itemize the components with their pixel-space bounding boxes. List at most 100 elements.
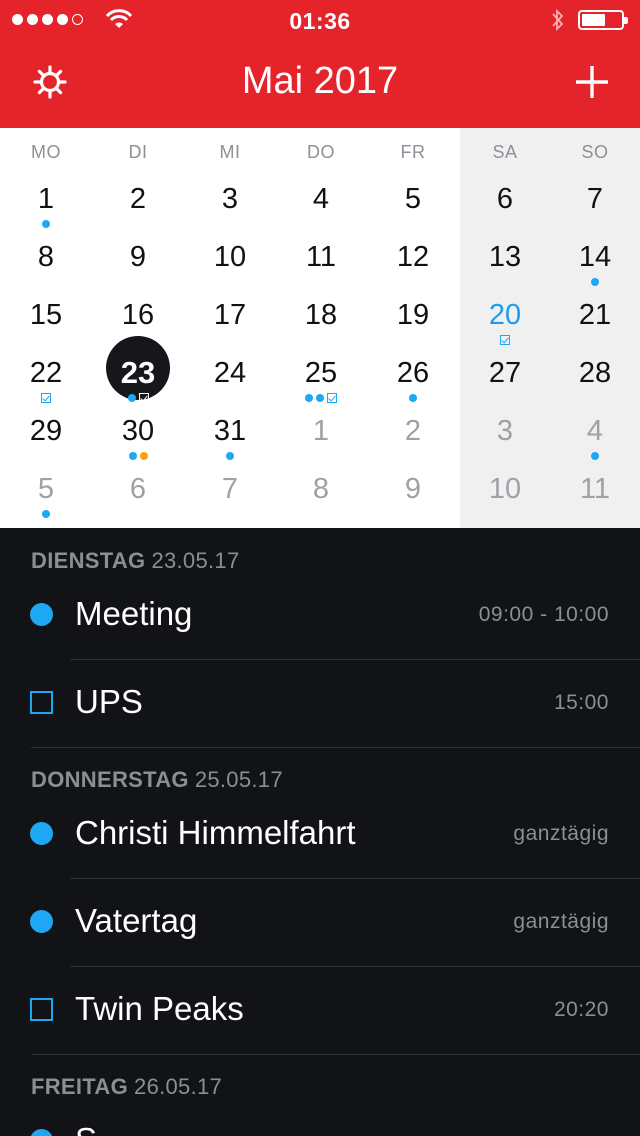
calendar-day[interactable]: 30 [103, 414, 173, 470]
plus-icon[interactable] [572, 62, 612, 102]
calendar-day[interactable]: 15 [11, 298, 81, 354]
task-check-icon [500, 335, 510, 345]
calendar-day[interactable]: 14 [560, 240, 630, 296]
task-checkbox-icon[interactable] [30, 998, 53, 1021]
calendar-day[interactable]: 2 [103, 182, 173, 238]
calendar-day-today[interactable]: 23 [103, 336, 173, 412]
calendar-day[interactable]: 1 [286, 414, 356, 470]
calendar-day[interactable]: 18 [286, 298, 356, 354]
event-time: 20:20 [553, 998, 609, 1021]
day-number: 25 [304, 357, 338, 389]
task-checkbox-icon[interactable] [30, 691, 53, 714]
status-time: 01:36 [289, 8, 351, 34]
calendar-day[interactable]: 22 [11, 356, 81, 412]
calendar-day[interactable]: 27 [470, 356, 540, 412]
task-check-icon [138, 393, 149, 403]
agenda-event-row[interactable]: Meeting 09:00 - 10:00 [0, 571, 640, 659]
day-number: 4 [586, 415, 604, 447]
calendar-day[interactable]: 8 [286, 472, 356, 528]
day-markers [286, 392, 356, 404]
month-title[interactable]: Mai 2017 [0, 60, 640, 103]
event-dot-icon [30, 603, 53, 626]
calendar-day[interactable]: 6 [103, 472, 173, 528]
calendar-day[interactable]: 24 [195, 356, 265, 412]
bluetooth-icon [552, 8, 564, 32]
calendar-day[interactable]: 4 [286, 182, 356, 238]
day-number: 26 [396, 357, 430, 389]
day-markers [286, 450, 356, 462]
calendar-day[interactable]: 12 [378, 240, 448, 296]
month-header: Mai 2017 [0, 40, 640, 128]
day-markers [470, 450, 540, 462]
day-markers [560, 276, 630, 288]
day-markers [560, 450, 630, 462]
section-day-name: DONNERSTAG [31, 767, 189, 792]
day-number: 11 [579, 473, 611, 505]
day-markers [286, 334, 356, 346]
day-number: 3 [221, 183, 239, 215]
section-date: 26.05.17 [134, 1074, 223, 1099]
event-title: Meeting [75, 595, 193, 632]
section-day-name: DIENSTAG [31, 548, 146, 573]
day-markers [195, 392, 265, 404]
day-number: 4 [312, 183, 330, 215]
calendar-day[interactable]: 13 [470, 240, 540, 296]
day-markers [470, 508, 540, 520]
calendar-day[interactable]: 26 [378, 356, 448, 412]
battery-level [582, 14, 605, 26]
day-number: 8 [37, 241, 55, 273]
day-markers [11, 392, 81, 404]
calendar-day[interactable]: 21 [560, 298, 630, 354]
calendar-day[interactable]: 29 [11, 414, 81, 470]
calendar-day[interactable]: 7 [560, 182, 630, 238]
calendar-day[interactable]: 3 [470, 414, 540, 470]
calendar-day[interactable]: 9 [378, 472, 448, 528]
month-calendar: MO DI MI DO FR SA SO 1 2 3 4 5 6 7 8 9 10 11 12 13 14 15 16 17… [0, 128, 640, 528]
calendar-day[interactable]: 25 [286, 356, 356, 412]
day-number: 10 [213, 241, 247, 273]
calendar-day[interactable]: 20 [470, 298, 540, 354]
day-markers [103, 508, 173, 520]
day-number: 24 [213, 357, 247, 389]
calendar-day[interactable]: 10 [195, 240, 265, 296]
calendar-day[interactable]: 10 [470, 472, 540, 528]
weekday-label: SO [581, 142, 609, 162]
day-markers [470, 392, 540, 404]
day-markers [378, 508, 448, 520]
agenda-task-row[interactable]: UPS 15:00 [0, 659, 640, 747]
calendar-day[interactable]: 11 [560, 472, 630, 528]
day-markers [560, 218, 630, 230]
event-dot-icon [591, 452, 599, 460]
row-divider [31, 1054, 640, 1055]
calendar-day[interactable]: 8 [11, 240, 81, 296]
section-date: 25.05.17 [194, 767, 283, 792]
weekday-label: MI [219, 142, 241, 162]
calendar-day[interactable]: 9 [103, 240, 173, 296]
agenda-event-row[interactable]: Christi Himmelfahrt ganztägig [0, 790, 640, 878]
calendar-day[interactable]: 19 [378, 298, 448, 354]
day-markers [11, 450, 81, 462]
calendar-day[interactable]: 5 [378, 182, 448, 238]
calendar-day[interactable]: 11 [286, 240, 356, 296]
agenda-event-row[interactable]: S [0, 1097, 640, 1136]
day-number: 31 [213, 415, 247, 447]
day-number: 5 [404, 183, 422, 215]
agenda-event-row[interactable]: Vatertag ganztägig [0, 878, 640, 966]
day-markers [195, 450, 265, 462]
day-number: 18 [304, 299, 338, 331]
calendar-day[interactable]: 31 [195, 414, 265, 470]
day-markers [103, 450, 173, 462]
calendar-day[interactable]: 5 [11, 472, 81, 528]
day-markers [195, 218, 265, 230]
calendar-day[interactable]: 4 [560, 414, 630, 470]
calendar-day[interactable]: 7 [195, 472, 265, 528]
calendar-day[interactable]: 6 [470, 182, 540, 238]
day-number: 9 [129, 241, 147, 273]
calendar-day[interactable]: 28 [560, 356, 630, 412]
agenda-task-row[interactable]: Twin Peaks 20:20 [0, 966, 640, 1054]
calendar-day[interactable]: 17 [195, 298, 265, 354]
calendar-day[interactable]: 3 [195, 182, 265, 238]
calendar-day[interactable]: 2 [378, 414, 448, 470]
calendar-day[interactable]: 1 [11, 182, 81, 238]
day-number: 27 [488, 357, 522, 389]
